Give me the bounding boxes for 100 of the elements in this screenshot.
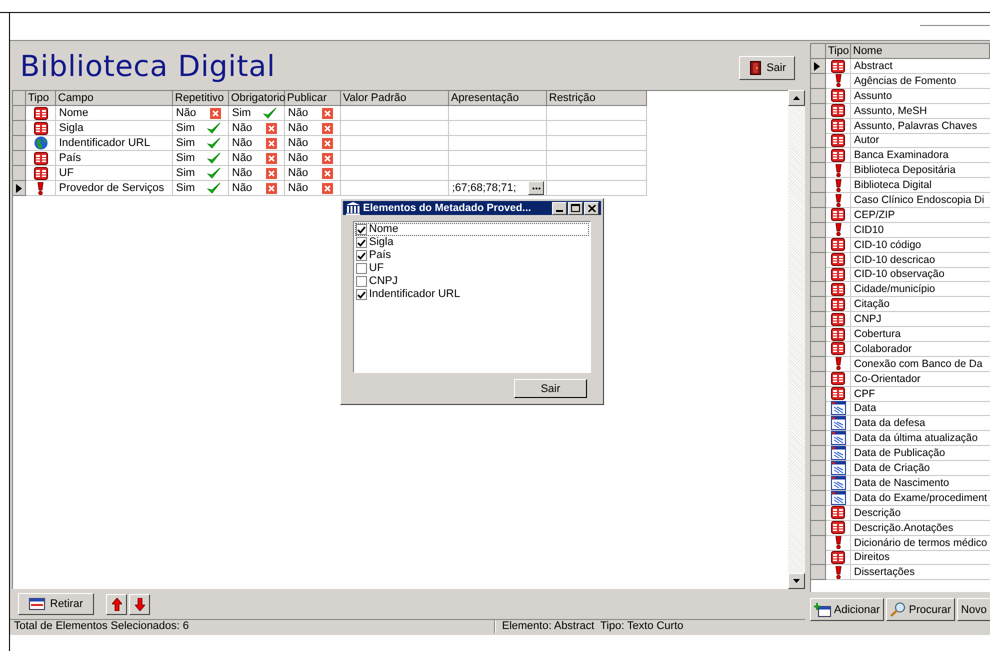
exclamation-icon xyxy=(834,178,842,192)
maximize-icon xyxy=(571,204,580,212)
list-item[interactable]: Data xyxy=(851,401,990,416)
table-icon xyxy=(831,253,845,266)
list-item[interactable]: Cobertura xyxy=(851,327,990,342)
list-item[interactable]: Cidade/município xyxy=(851,282,990,298)
toolbar-button[interactable]: Adicionar xyxy=(810,598,884,621)
list-item[interactable]: CID-10 descricao xyxy=(851,252,990,268)
list-item[interactable]: Caso Clínico Endoscopia Di xyxy=(851,193,990,208)
checkbox[interactable] xyxy=(356,250,367,261)
row-indicator[interactable] xyxy=(811,59,826,74)
table-cell: Não xyxy=(288,106,308,120)
column-header[interactable]: Campo xyxy=(56,91,173,106)
column-header[interactable]: Repetitivo xyxy=(173,91,229,106)
row-indicator[interactable] xyxy=(13,181,26,196)
table-icon xyxy=(831,60,845,72)
list-item[interactable]: Citação xyxy=(851,297,990,312)
table-icon xyxy=(831,238,845,252)
maximize-button[interactable] xyxy=(568,202,583,214)
list-item[interactable]: Data da última atualização xyxy=(851,431,990,446)
column-header[interactable]: Valor Padrão xyxy=(341,91,449,106)
list-item[interactable]: Data do Exame/procediment xyxy=(851,490,990,506)
column-header[interactable]: Publicar xyxy=(285,91,341,106)
exit-button[interactable]: Sair xyxy=(739,56,795,80)
list-item[interactable]: CID-10 código xyxy=(851,238,990,253)
ellipsis-button[interactable] xyxy=(528,181,544,195)
list-item[interactable]: Dissertações xyxy=(851,565,990,580)
column-header[interactable]: Obrigatorio xyxy=(229,91,285,106)
list-item[interactable]: CNPJ xyxy=(851,312,990,328)
list-item[interactable]: Data de Criação xyxy=(851,461,990,476)
list-item[interactable]: Assunto xyxy=(851,88,990,104)
list-item[interactable]: Colaborador xyxy=(851,342,990,357)
list-item[interactable]: Data de Nascimento xyxy=(851,476,990,491)
list-item[interactable]: Dicionário de termos médico xyxy=(851,536,990,550)
list-item[interactable]: Direitos xyxy=(851,550,990,566)
table-cell: Sim xyxy=(232,106,251,120)
minimize-button[interactable] xyxy=(552,202,567,214)
list-item[interactable]: CPF xyxy=(851,386,990,402)
checkbox[interactable] xyxy=(356,276,367,287)
remove-button[interactable]: Retirar xyxy=(18,593,94,615)
table-icon xyxy=(831,312,845,326)
table-cell: Sim xyxy=(176,166,195,180)
scrollbar[interactable] xyxy=(788,90,805,589)
table-cell: Não xyxy=(288,181,308,195)
list-item[interactable]: CEP/ZIP xyxy=(851,208,990,223)
checkbox-label: UF xyxy=(369,263,384,274)
list-row[interactable]: CNPJ xyxy=(355,275,589,288)
column-header[interactable]: Tipo xyxy=(26,91,56,106)
columns-icon xyxy=(346,202,360,214)
list-item[interactable]: Co-Orientador xyxy=(851,372,990,387)
table-icon xyxy=(831,521,845,534)
up-arrow-icon xyxy=(793,96,800,100)
table-cell: Não xyxy=(232,121,252,135)
search-icon xyxy=(890,602,906,617)
table-cell: País xyxy=(56,151,173,166)
table-icon xyxy=(831,387,845,400)
check-icon xyxy=(357,290,366,298)
table-icon xyxy=(831,148,845,162)
list-item[interactable]: Abstract xyxy=(851,59,990,74)
list-row[interactable]: Indentificador URL xyxy=(355,288,589,301)
table-cell: Sigla xyxy=(56,121,173,136)
toolbar-button[interactable]: Procurar xyxy=(886,598,956,621)
checkbox[interactable] xyxy=(356,289,367,300)
table-cell: Sim xyxy=(176,121,195,135)
list-item[interactable]: Descrição.Anotações xyxy=(851,520,990,536)
list-item[interactable]: Biblioteca Depositária xyxy=(851,163,990,178)
checkbox[interactable] xyxy=(356,263,367,274)
list-item[interactable]: Assunto, MeSH xyxy=(851,104,990,119)
list-item[interactable]: Data da defesa xyxy=(851,416,990,432)
toolbar-button[interactable]: Novo xyxy=(957,598,990,621)
table-icon xyxy=(831,328,845,341)
list-row[interactable]: Sigla xyxy=(355,236,589,249)
exit-button[interactable]: Sair xyxy=(514,379,587,398)
table-icon xyxy=(831,89,845,102)
move-up-button[interactable] xyxy=(106,594,128,614)
list-item[interactable]: Autor xyxy=(851,133,990,148)
checkbox[interactable] xyxy=(356,237,367,248)
list-item[interactable]: Banca Examinadora xyxy=(851,148,990,164)
list-item[interactable]: Assunto, Palavras Chaves xyxy=(851,118,990,134)
checkbox[interactable] xyxy=(356,224,367,235)
list-row[interactable]: UF xyxy=(355,262,589,275)
list-item[interactable]: CID-10 observação xyxy=(851,267,990,282)
list-row[interactable]: País xyxy=(355,249,589,262)
list-row[interactable]: Nome xyxy=(355,223,589,236)
list-item[interactable]: Biblioteca Digital xyxy=(851,178,990,194)
list-item[interactable]: Data de Publicação xyxy=(851,446,990,462)
column-header[interactable]: Nome xyxy=(851,44,990,59)
close-button[interactable] xyxy=(584,202,599,214)
table-icon xyxy=(831,550,845,564)
column-header[interactable]: Tipo xyxy=(826,44,851,59)
calendar-icon xyxy=(830,446,846,460)
list-item[interactable]: Agências de Fomento xyxy=(851,74,990,89)
status-text: Total de Elementos Selecionados: 6 xyxy=(10,620,495,633)
column-header[interactable]: Restrição xyxy=(547,91,647,106)
list-item[interactable]: Conexão com Banco de Da xyxy=(851,356,990,372)
list-item[interactable]: Descrição xyxy=(851,506,990,521)
list-item[interactable]: CID10 xyxy=(851,222,990,238)
column-header[interactable]: Apresentação xyxy=(449,91,547,106)
down-arrow-icon xyxy=(793,579,800,583)
move-down-button[interactable] xyxy=(129,594,150,614)
